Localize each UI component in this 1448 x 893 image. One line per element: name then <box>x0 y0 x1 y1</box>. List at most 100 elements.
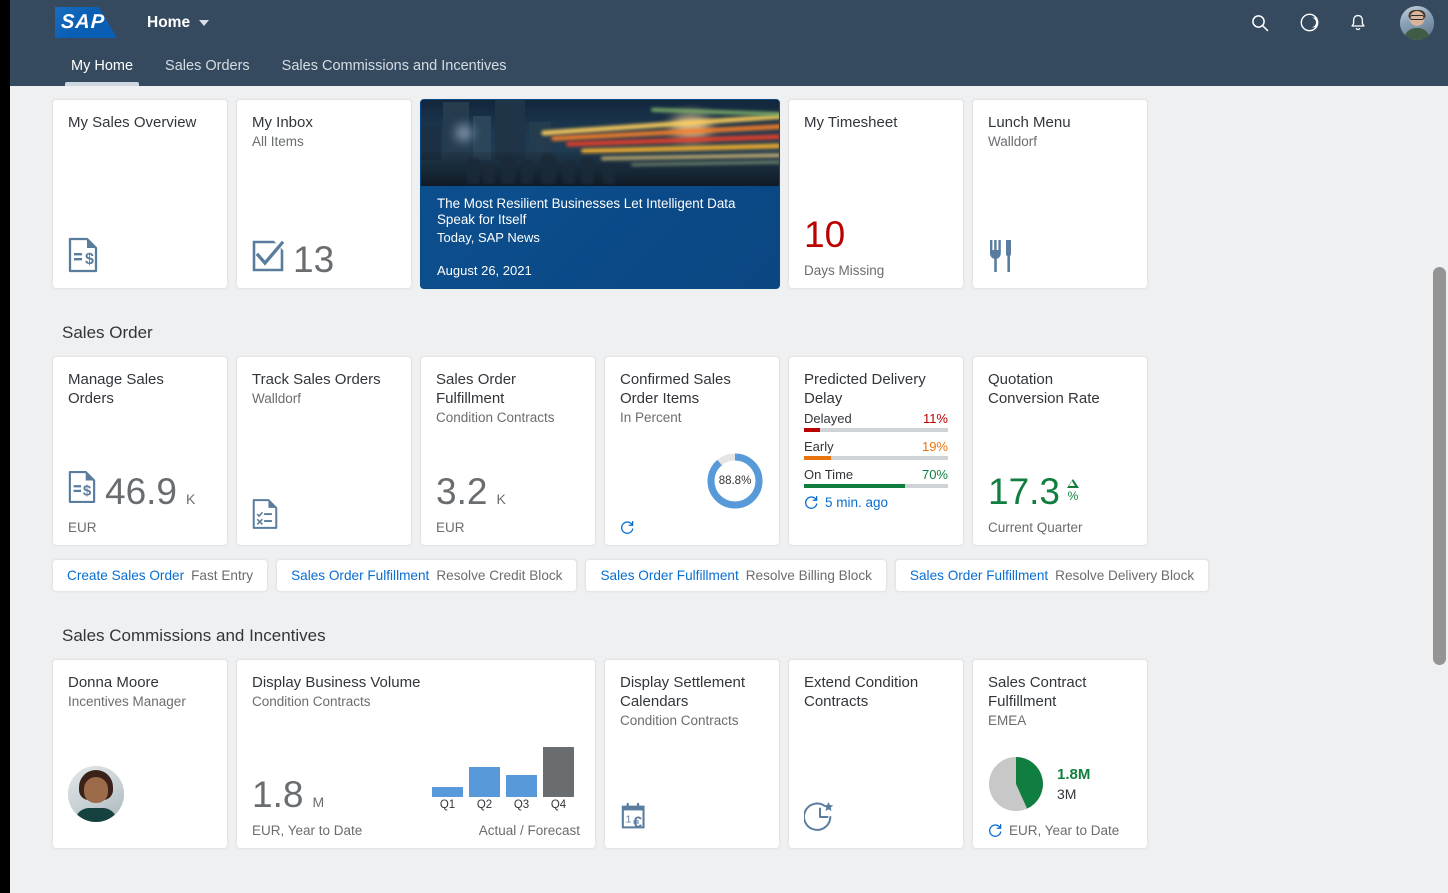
tile-subtitle: EMEA <box>988 712 1132 730</box>
calendar-euro-icon: 1 € <box>620 801 652 833</box>
link-tile-resolve-billing-block[interactable]: Sales Order Fulfillment Resolve Billing … <box>585 559 886 592</box>
refresh-indicator[interactable]: 5 min. ago <box>804 495 948 510</box>
timesheet-footer: Days Missing <box>804 263 948 278</box>
bullet-row-early: Early 19% <box>804 439 948 460</box>
bell-icon[interactable] <box>1347 12 1369 34</box>
tile-quotation-conversion-rate[interactable]: Quotation Conversion Rate 17.3 % Current… <box>972 356 1148 546</box>
tile-body: 1.8M 3M EUR, Year to Date <box>988 756 1132 838</box>
bullet-row-on-time: On Time 70% <box>804 467 948 488</box>
tile-subtitle: Incentives Manager <box>68 693 212 711</box>
news-headline: The Most Resilient Businesses Let Intell… <box>437 196 763 228</box>
tile-body <box>988 239 1132 278</box>
link-tile-create-sales-order[interactable]: Create Sales Order Fast Entry <box>52 559 268 592</box>
tile-sales-contract-fulfillment[interactable]: Sales Contract Fulfillment EMEA 1 <box>972 659 1148 849</box>
refresh-icon <box>620 520 635 535</box>
tile-subtitle: Walldorf <box>988 133 1132 151</box>
svg-text:€: € <box>633 814 642 831</box>
link-main-label: Sales Order Fulfillment <box>910 568 1048 583</box>
person-avatar <box>68 766 124 822</box>
kpi-footer: EUR <box>436 520 580 535</box>
refresh-label: EUR, Year to Date <box>1009 823 1119 838</box>
tile-title: Manage Sales Orders <box>68 370 212 408</box>
tab-sales-commissions-label: Sales Commissions and Incentives <box>282 58 507 74</box>
tile-body: 1 € <box>620 801 764 838</box>
tile-confirmed-sales-order-items[interactable]: Confirmed Sales Order Items In Percent 8… <box>604 356 780 546</box>
tile-my-sales-overview[interactable]: My Sales Overview $ <box>52 99 228 289</box>
tile-predicted-delivery-delay[interactable]: Predicted Delivery Delay Delayed 11% Ear <box>788 356 964 546</box>
tile-subtitle: All Items <box>252 133 396 151</box>
link-main-label: Sales Order Fulfillment <box>600 568 738 583</box>
sales-document-icon: $ <box>68 237 98 273</box>
tile-subtitle: Condition Contracts <box>436 409 580 427</box>
link-sub-label: Resolve Delivery Block <box>1055 568 1194 583</box>
bar-chart: Q1 Q2 Q3 Q4 Actual / Forecast <box>432 743 580 838</box>
refresh-icon <box>804 495 819 510</box>
tile-subtitle: Condition Contracts <box>252 693 580 711</box>
link-tile-resolve-credit-block[interactable]: Sales Order Fulfillment Resolve Credit B… <box>276 559 577 592</box>
tab-my-home-label: My Home <box>71 58 133 74</box>
page-content: My Sales Overview $ My Inbox All Items <box>10 86 1448 893</box>
tile-my-inbox[interactable]: My Inbox All Items 13 <box>236 99 412 289</box>
svg-text:$: $ <box>83 482 92 499</box>
refresh-indicator[interactable] <box>620 520 764 535</box>
tab-my-home[interactable]: My Home <box>55 58 149 86</box>
donut-label: 88.8% <box>706 452 764 510</box>
search-icon[interactable] <box>1249 12 1271 34</box>
tile-display-business-volume[interactable]: Display Business Volume Condition Contra… <box>236 659 596 849</box>
tile-track-sales-orders[interactable]: Track Sales Orders Walldorf <box>236 356 412 546</box>
tile-title: Extend Condition Contracts <box>804 673 948 711</box>
link-tile-row: Create Sales Order Fast Entry Sales Orde… <box>52 559 1448 592</box>
news-image <box>421 100 779 186</box>
tile-title: My Timesheet <box>804 113 948 132</box>
pie-value: 1.8M <box>1057 766 1090 783</box>
kpi-value: 46.9 <box>105 473 177 510</box>
refresh-indicator[interactable]: EUR, Year to Date <box>988 823 1132 838</box>
tab-sales-orders[interactable]: Sales Orders <box>149 58 266 86</box>
tile-manage-sales-orders[interactable]: Manage Sales Orders $ 46.9 K <box>52 356 228 546</box>
section-title-sales-order: Sales Order <box>62 323 1448 343</box>
copilot-icon[interactable] <box>1298 12 1320 34</box>
tile-row-sales-order: Manage Sales Orders $ 46.9 K <box>52 356 1448 546</box>
tile-display-settlement-calendars[interactable]: Display Settlement Calendars Condition C… <box>604 659 780 849</box>
bar-label-q1: Q1 <box>432 799 463 811</box>
bar-label-q2: Q2 <box>469 799 500 811</box>
section-title-sales-commissions: Sales Commissions and Incentives <box>62 626 1448 646</box>
kpi-value: 1.8 <box>252 776 303 813</box>
home-menu-button[interactable]: Home <box>147 14 209 32</box>
tile-body: 10 Days Missing <box>804 216 948 278</box>
tile-title: Confirmed Sales Order Items <box>620 370 764 408</box>
task-document-icon <box>252 498 278 530</box>
scrollbar-thumb[interactable] <box>1433 267 1446 665</box>
bullet-label: Early <box>804 439 834 454</box>
tile-body: $ <box>68 237 212 278</box>
bar-q3 <box>506 775 537 797</box>
kpi-value: 3.2 <box>436 473 487 510</box>
tile-news[interactable]: The Most Resilient Businesses Let Intell… <box>420 99 780 289</box>
link-main-label: Create Sales Order <box>67 568 184 583</box>
tile-title: Lunch Menu <box>988 113 1132 132</box>
tile-title: Display Settlement Calendars <box>620 673 764 711</box>
sap-logo[interactable]: SAP <box>55 7 117 38</box>
tile-body: 3.2 K EUR <box>436 473 580 535</box>
user-avatar[interactable] <box>1400 6 1434 40</box>
navigation-tabs: My Home Sales Orders Sales Commissions a… <box>10 45 1448 86</box>
shell-bar: SAP Home <box>10 0 1448 45</box>
kpi-footer: Current Quarter <box>988 520 1132 535</box>
svg-text:$: $ <box>85 251 94 268</box>
kpi-footer: EUR <box>68 520 212 535</box>
tile-donna-moore[interactable]: Donna Moore Incentives Manager <box>52 659 228 849</box>
tile-title: Donna Moore <box>68 673 212 692</box>
tile-lunch-menu[interactable]: Lunch Menu Walldorf <box>972 99 1148 289</box>
link-sub-label: Resolve Credit Block <box>436 568 562 583</box>
tab-sales-orders-label: Sales Orders <box>165 58 250 74</box>
tile-extend-condition-contracts[interactable]: Extend Condition Contracts <box>788 659 964 849</box>
tile-sales-order-fulfillment[interactable]: Sales Order Fulfillment Condition Contra… <box>420 356 596 546</box>
bar-q1 <box>432 787 463 797</box>
tab-sales-commissions[interactable]: Sales Commissions and Incentives <box>266 58 523 86</box>
scrollbar-track[interactable] <box>1432 172 1448 893</box>
link-tile-resolve-delivery-block[interactable]: Sales Order Fulfillment Resolve Delivery… <box>895 559 1209 592</box>
tile-body <box>252 498 396 535</box>
tile-my-timesheet[interactable]: My Timesheet 10 Days Missing <box>788 99 964 289</box>
kpi-footer: EUR, Year to Date <box>252 823 414 838</box>
shell-actions <box>1249 6 1434 40</box>
